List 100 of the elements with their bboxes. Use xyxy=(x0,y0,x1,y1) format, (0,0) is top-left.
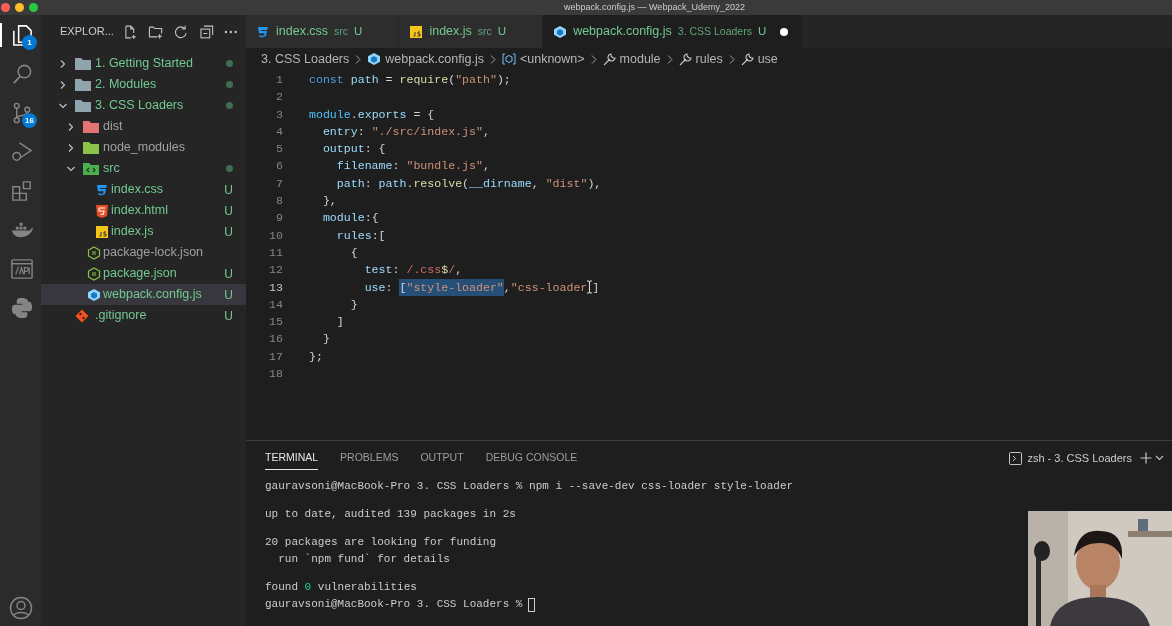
line-number: 1 xyxy=(275,72,283,88)
panel-tab[interactable]: PROBLEMS xyxy=(340,446,399,470)
css-icon xyxy=(95,182,109,197)
line-number: 8 xyxy=(275,193,283,210)
folder-icon xyxy=(75,78,91,91)
code-line: use: ["style-loader","css-loader ] xyxy=(363,278,600,296)
wrench-icon xyxy=(678,52,692,66)
new-folder-icon[interactable] xyxy=(147,23,164,40)
breadcrumb-item[interactable]: 3. CSS Loaders xyxy=(261,49,350,69)
git-status: U xyxy=(224,223,233,241)
css-icon xyxy=(256,24,270,39)
minimize-window-icon[interactable] xyxy=(15,3,24,12)
panel-tab[interactable]: OUTPUT xyxy=(420,446,464,470)
tree-item[interactable]: 3. CSS Loaders xyxy=(41,95,246,116)
terminal-cursor xyxy=(528,597,536,612)
terminal-icon xyxy=(1009,451,1023,465)
notification-badge: 1 xyxy=(22,35,37,50)
chevron-right-icon xyxy=(489,54,496,64)
breadcrumb-item[interactable]: use xyxy=(757,49,778,69)
js-icon xyxy=(409,24,424,39)
code-line: } xyxy=(349,296,358,313)
account-icon[interactable] xyxy=(8,596,33,620)
chevron-right-icon xyxy=(666,54,673,64)
git-status: U xyxy=(224,286,233,304)
extensions-icon[interactable] xyxy=(9,179,34,203)
code-line: }, xyxy=(321,193,337,210)
tree-item[interactable]: index.css U xyxy=(41,179,246,200)
more-icon[interactable] xyxy=(224,29,238,34)
terminal-line: gauravsoni@MacBook-Pro 3. CSS Loaders % npm i --save-dev css-loader style-loader xyxy=(265,479,794,494)
cube-icon xyxy=(367,52,382,66)
terminal-line: run `npm fund` for details xyxy=(277,552,450,567)
chevron-down-icon[interactable] xyxy=(1155,455,1164,461)
folder-icon xyxy=(75,99,91,112)
tree-item[interactable]: index.js U xyxy=(41,221,246,242)
line-number: 9 xyxy=(275,210,283,227)
tree-item[interactable]: src xyxy=(41,158,246,179)
wrench-icon xyxy=(602,52,616,66)
sidebar-title: EXPLOR... xyxy=(60,24,112,40)
new-file-icon[interactable] xyxy=(122,23,138,40)
cube-icon xyxy=(553,24,568,39)
cube-icon xyxy=(87,287,101,302)
folder-icon xyxy=(83,120,99,133)
terminal-line: up to date, audited 139 packages in 2s xyxy=(265,507,516,522)
code-line: ] xyxy=(335,314,344,331)
editor-tab[interactable]: index.css src U xyxy=(246,15,400,48)
line-number: 13 xyxy=(268,279,283,296)
breadcrumb-item[interactable]: webpack.config.js xyxy=(385,49,484,69)
code-line: } xyxy=(321,331,330,348)
git-status: U xyxy=(224,202,233,220)
line-number: 6 xyxy=(275,158,283,175)
chevron-right-icon xyxy=(355,54,362,64)
tree-item[interactable]: 1. Getting Started xyxy=(41,53,246,74)
breadcrumb-item[interactable]: module xyxy=(619,49,661,69)
line-number: 4 xyxy=(275,123,283,140)
tree-item[interactable]: package-lock.json xyxy=(41,242,246,263)
tree-item[interactable]: package.json U xyxy=(41,263,246,284)
code-folder-icon xyxy=(83,162,99,175)
line-number: 17 xyxy=(268,348,283,365)
diamond-icon xyxy=(75,308,89,323)
panel-tab[interactable]: DEBUG CONSOLE xyxy=(485,446,578,470)
line-number: 11 xyxy=(268,244,283,261)
maximize-window-icon[interactable] xyxy=(29,3,38,12)
python-icon[interactable] xyxy=(9,296,34,320)
run-debug-icon[interactable] xyxy=(9,140,34,164)
chevron-right-icon xyxy=(728,54,735,64)
terminal-line: gauravsoni@MacBook-Pro 3. CSS Loaders % xyxy=(265,597,523,612)
git-status: U xyxy=(224,181,233,199)
terminal-line: 20 packages are looking for funding xyxy=(265,535,497,550)
code-line: rules:[ xyxy=(335,227,386,244)
js-icon xyxy=(95,224,109,239)
tree-item[interactable]: 2. Modules xyxy=(41,74,246,95)
terminal-name[interactable]: zsh - 3. CSS Loaders xyxy=(1027,449,1132,467)
close-window-icon[interactable] xyxy=(1,3,10,12)
line-number: 15 xyxy=(268,314,283,331)
folder-icon xyxy=(83,141,99,154)
code-line: filename: "bundle.js", xyxy=(335,158,490,175)
line-number: 10 xyxy=(268,227,283,244)
add-terminal-icon[interactable] xyxy=(1140,452,1152,464)
html-icon xyxy=(95,203,109,218)
api-icon[interactable] xyxy=(9,257,34,281)
panel-tab[interactable]: TERMINAL xyxy=(265,446,319,470)
tree-item[interactable]: index.html U xyxy=(41,200,246,221)
tree-item[interactable]: .gitignore U xyxy=(41,305,246,326)
window-title: webpack.config.js — Webpack_Udemy_2022 xyxy=(564,1,745,14)
line-number: 16 xyxy=(268,331,283,348)
notification-badge: 16 xyxy=(22,113,37,128)
text-cursor-icon xyxy=(586,280,594,295)
code-line: test: /.css$/, xyxy=(363,262,463,279)
collapse-all-icon[interactable] xyxy=(198,23,215,40)
editor-tab[interactable]: webpack.config.js 3. CSS Loaders U xyxy=(543,15,803,48)
refresh-icon[interactable] xyxy=(173,23,189,40)
variable-icon xyxy=(501,53,516,65)
tree-item[interactable]: node_modules xyxy=(41,137,246,158)
hexagon-icon xyxy=(87,245,101,260)
tree-item[interactable]: dist xyxy=(41,116,246,137)
breadcrumb-item[interactable]: rules xyxy=(695,49,723,69)
line-number: 5 xyxy=(275,141,283,158)
breadcrumb-item[interactable]: <unknown> xyxy=(519,49,585,69)
editor-tab[interactable]: index.js src U xyxy=(399,15,544,48)
tree-item[interactable]: webpack.config.js U xyxy=(41,284,246,305)
